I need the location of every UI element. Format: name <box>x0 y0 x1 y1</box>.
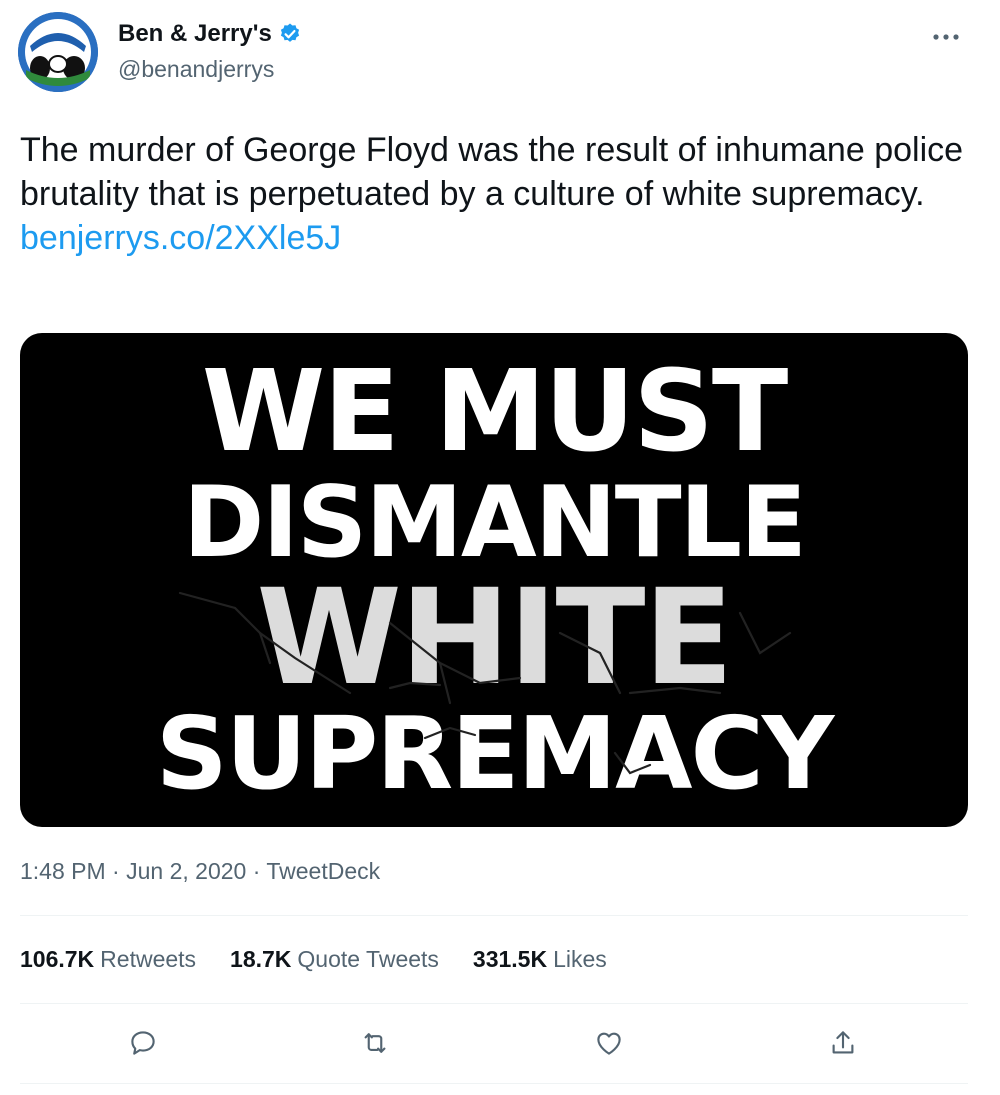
quote-tweets-label: Quote Tweets <box>297 946 439 972</box>
quote-tweets-count: 18.7K <box>230 946 292 972</box>
tweet-body: The murder of George Floyd was the resul… <box>20 128 980 260</box>
tweet-link[interactable]: benjerrys.co/2XXle5J <box>20 216 980 260</box>
retweet-icon <box>364 1033 386 1053</box>
media-line-4: SUPREMACY <box>155 695 835 812</box>
likes-stat[interactable]: 331.5K Likes <box>473 946 607 973</box>
divider <box>20 1003 968 1004</box>
meta-separator: · <box>252 858 261 884</box>
author-info: Ben & Jerry's @benandjerrys <box>118 20 302 83</box>
divider <box>20 1083 968 1084</box>
avatar[interactable] <box>18 12 98 92</box>
tweet-time[interactable]: 1:48 PM <box>20 858 106 884</box>
share-icon <box>832 1031 854 1054</box>
action-bar <box>20 1020 968 1066</box>
media-line-1: WE MUST <box>201 347 788 477</box>
media-line-2: DISMANTLE <box>182 466 807 580</box>
author-display-name[interactable]: Ben & Jerry's <box>118 20 272 48</box>
tweet-text: The murder of George Floyd was the resul… <box>20 131 964 213</box>
tweet-meta: 1:48 PM · Jun 2, 2020 · TweetDeck <box>20 858 380 885</box>
verified-badge-icon <box>278 22 302 46</box>
retweets-count: 106.7K <box>20 946 95 972</box>
tweet-header: Ben & Jerry's @benandjerrys <box>18 12 982 102</box>
quote-tweets-stat[interactable]: 18.7K Quote Tweets <box>230 946 439 973</box>
media-line-3: WHITE <box>256 561 733 715</box>
likes-count: 331.5K <box>472 946 548 972</box>
like-button[interactable] <box>586 1020 632 1066</box>
likes-label: Likes <box>553 946 607 972</box>
reply-button[interactable] <box>120 1020 166 1066</box>
ben-and-jerrys-logo-icon <box>18 12 98 92</box>
retweet-button[interactable] <box>352 1020 398 1066</box>
engagement-stats: 106.7K Retweets 18.7K Quote Tweets 331.5… <box>20 946 607 973</box>
media-text-block: WE MUST DISMANTLE WHITE SUPREMACY <box>20 333 968 827</box>
author-handle[interactable]: @benandjerrys <box>118 56 302 83</box>
divider <box>20 915 968 916</box>
retweets-stat[interactable]: 106.7K Retweets <box>20 946 196 973</box>
meta-separator: · <box>112 858 120 884</box>
more-dots-icon <box>933 34 959 40</box>
tweet-source[interactable]: TweetDeck <box>266 858 380 884</box>
retweets-label: Retweets <box>100 946 197 972</box>
like-heart-icon <box>597 1032 621 1055</box>
tweet-media-image[interactable]: WE MUST DISMANTLE WHITE SUPREMACY <box>20 333 968 827</box>
share-button[interactable] <box>820 1020 866 1066</box>
tweet-date[interactable]: Jun 2, 2020 <box>126 858 246 884</box>
tweet-card: Ben & Jerry's @benandjerrys The murder o… <box>0 0 1000 1095</box>
reply-icon <box>131 1031 155 1055</box>
more-options-button[interactable] <box>928 22 964 52</box>
